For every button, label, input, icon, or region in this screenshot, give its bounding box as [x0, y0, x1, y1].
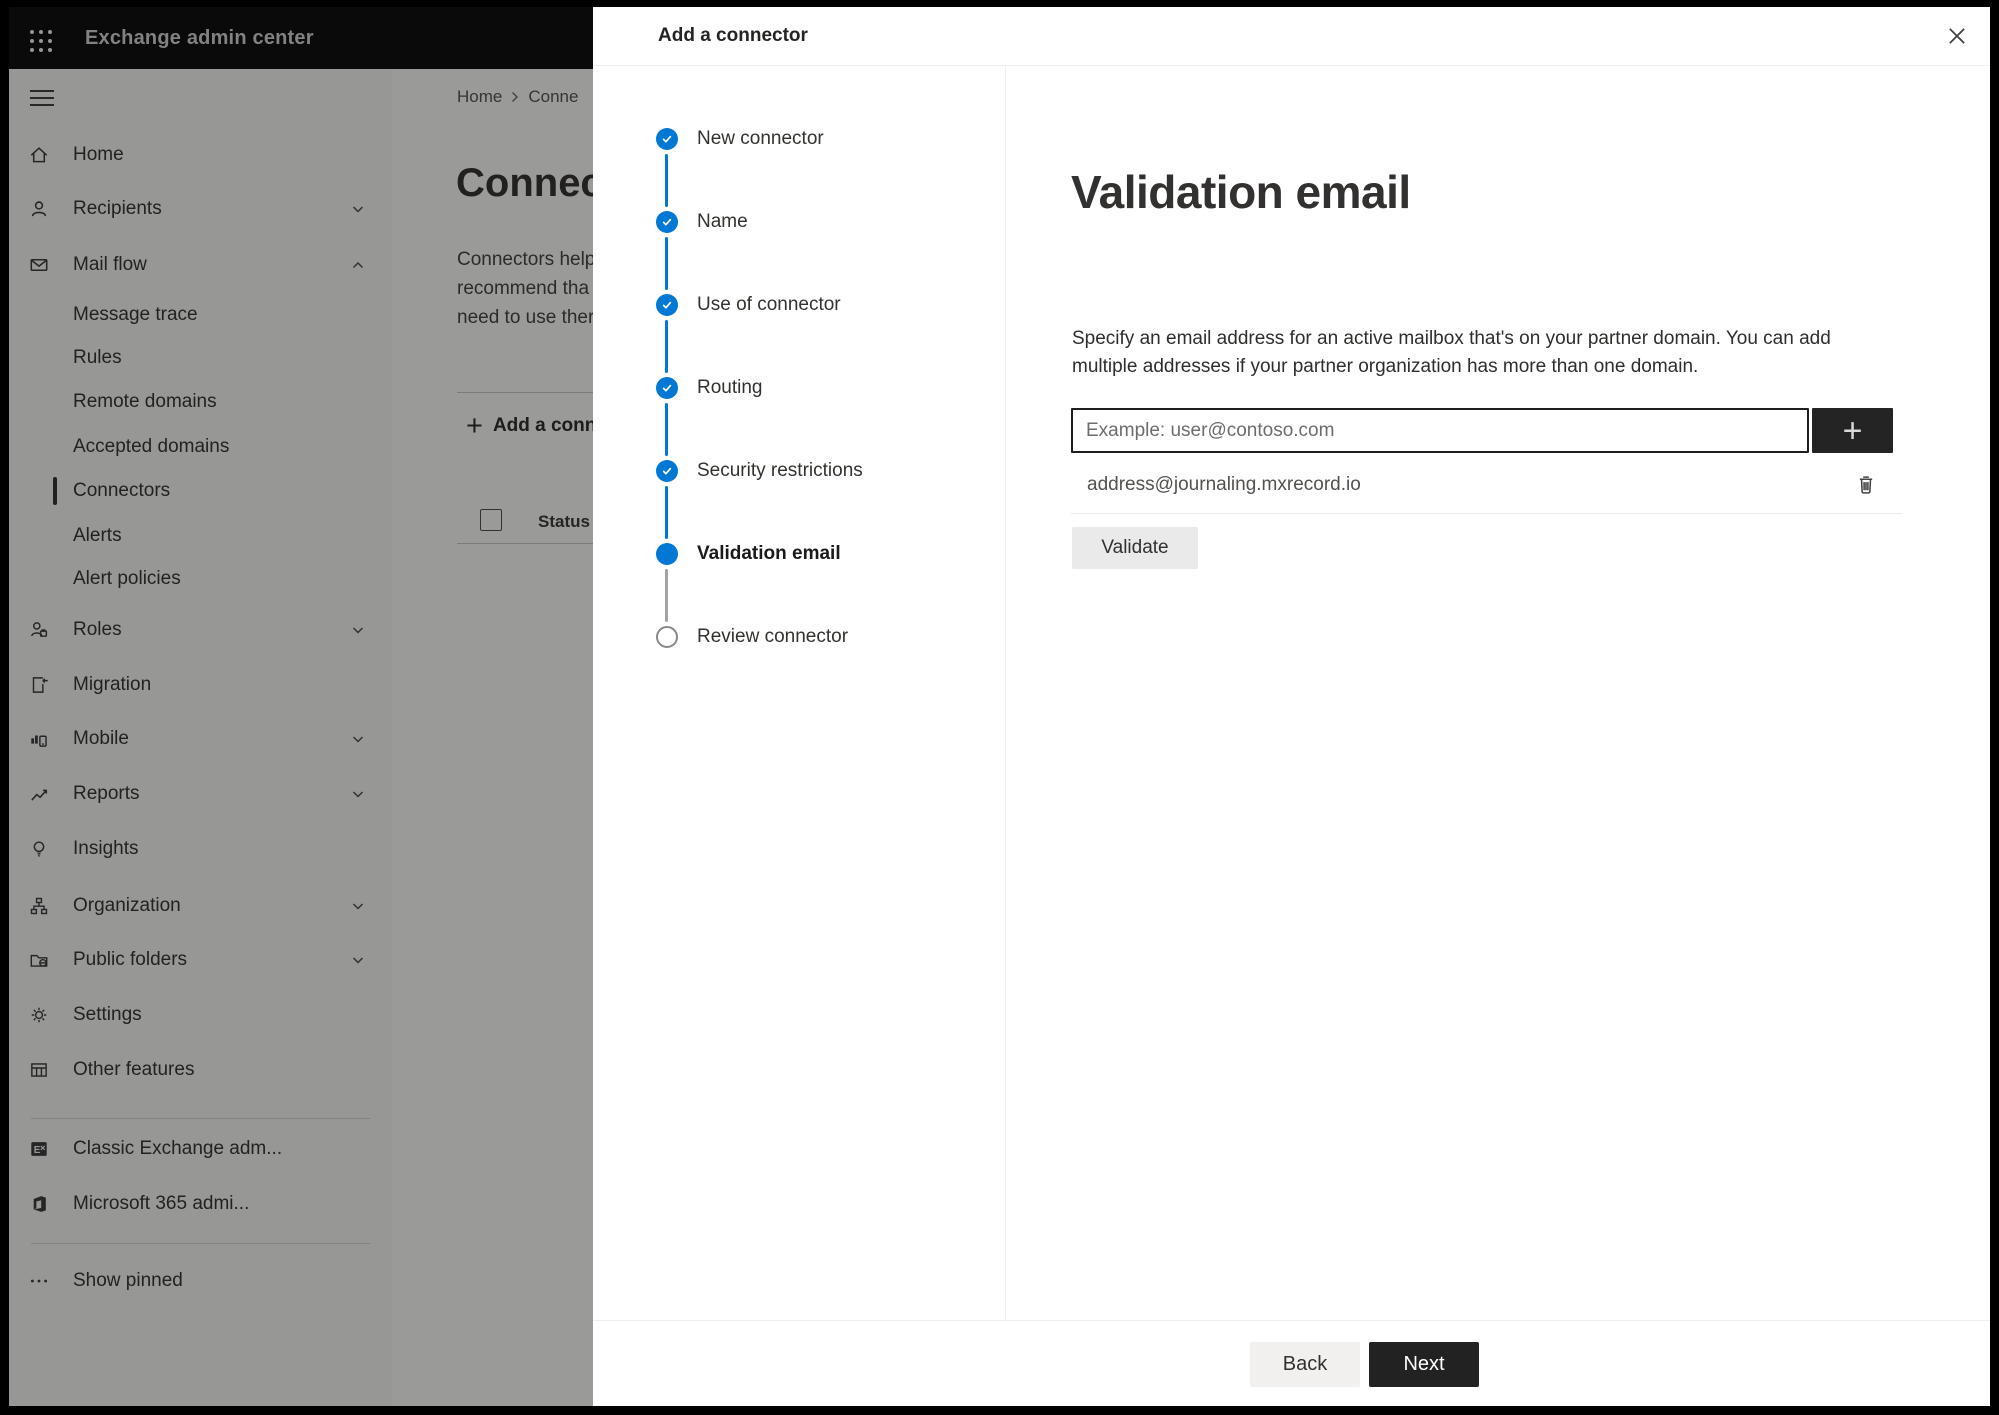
step-connector-line [665, 486, 668, 539]
add-address-button[interactable]: + [1812, 408, 1893, 453]
step-heading: Validation email [1071, 166, 1411, 218]
close-icon[interactable] [1944, 23, 1970, 49]
step-current-icon [656, 543, 678, 565]
step-validation-email[interactable]: Validation email [593, 534, 1005, 574]
dialog-title: Add a connector [658, 25, 808, 46]
step-description: Specify an email address for an active m… [1072, 328, 1831, 377]
step-connector-line [665, 403, 668, 456]
step-complete-icon [656, 460, 678, 482]
email-entry-row: + [1071, 408, 1893, 453]
step-security-restrictions[interactable]: Security restrictions [593, 451, 1005, 491]
address-list-item: address@journaling.mxrecord.io [1071, 457, 1902, 514]
validate-button[interactable]: Validate [1072, 527, 1198, 569]
step-connector-line [665, 320, 668, 373]
email-input[interactable] [1071, 408, 1809, 453]
address-value: address@journaling.mxrecord.io [1087, 474, 1361, 495]
step-name[interactable]: Name [593, 202, 1005, 242]
dialog-footer: Back Next [593, 1320, 1990, 1406]
step-routing[interactable]: Routing [593, 368, 1005, 408]
dialog-content: Validation email Specify an email addres… [1071, 65, 1990, 1321]
step-complete-icon [656, 128, 678, 150]
dialog-header: Add a connector [593, 7, 1990, 66]
wizard-stepper: New connector Name Use of connector Rout… [593, 65, 1006, 1321]
step-connector-line [665, 237, 668, 290]
step-new-connector[interactable]: New connector [593, 119, 1005, 159]
delete-address-button[interactable] [1853, 472, 1879, 498]
back-button[interactable]: Back [1250, 1342, 1360, 1387]
step-complete-icon [656, 211, 678, 233]
step-complete-icon [656, 377, 678, 399]
screenshot-root: Exchange admin center Home Recipients Ma… [0, 0, 1999, 1415]
add-connector-dialog: Add a connector New connector Name Use o… [593, 7, 1990, 1406]
step-use-of-connector[interactable]: Use of connector [593, 285, 1005, 325]
app-window: Exchange admin center Home Recipients Ma… [9, 7, 1990, 1406]
step-connector-line [665, 154, 668, 207]
step-upcoming-icon [656, 626, 678, 648]
step-complete-icon [656, 294, 678, 316]
next-button[interactable]: Next [1369, 1342, 1479, 1387]
plus-icon: + [1842, 411, 1863, 450]
step-review-connector[interactable]: Review connector [593, 617, 1005, 657]
step-connector-line [665, 569, 668, 622]
trash-icon [1859, 476, 1873, 494]
